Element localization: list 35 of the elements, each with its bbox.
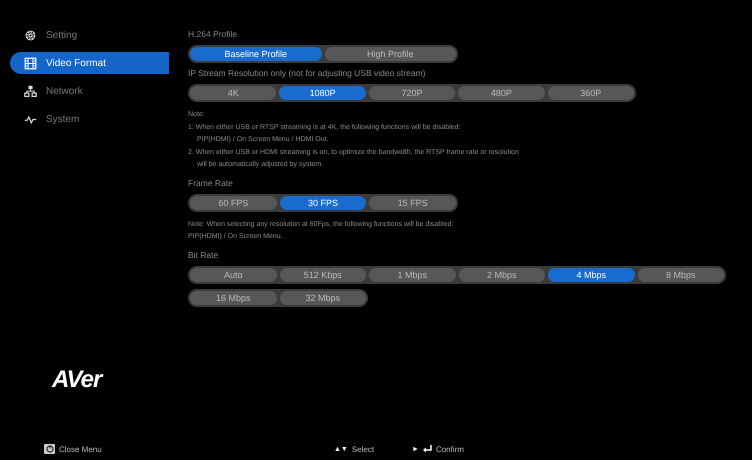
option-button[interactable]: 360P bbox=[548, 86, 634, 100]
option-button[interactable]: 30 FPS bbox=[280, 196, 366, 210]
sidebar-item[interactable]: Network bbox=[10, 80, 169, 102]
sidebar-item[interactable]: Setting bbox=[10, 24, 169, 46]
option-button[interactable]: 32 Mbps bbox=[280, 290, 366, 304]
logo: AVer bbox=[52, 366, 102, 394]
option-button[interactable]: High Profile bbox=[324, 47, 456, 61]
option-button[interactable]: 60 FPS bbox=[190, 196, 277, 210]
option-button[interactable]: 512 Kbps bbox=[280, 268, 366, 282]
option-button[interactable]: 15 FPS bbox=[369, 196, 456, 210]
enter-key-icon bbox=[422, 445, 432, 453]
option-button[interactable]: 16 Mbps bbox=[190, 290, 276, 304]
section-label: Bit Rate bbox=[188, 250, 220, 262]
section-label: IP Stream Resolution only (not for adjusting USB video stream) bbox=[188, 68, 426, 80]
option-button[interactable]: 2 Mbps bbox=[458, 268, 545, 282]
film-icon bbox=[24, 56, 37, 70]
close-menu-label: Close Menu bbox=[59, 444, 102, 454]
section-label: Frame Rate bbox=[188, 178, 234, 190]
option-button[interactable]: 8 Mbps bbox=[638, 268, 724, 282]
section-label: H.264 Profile bbox=[188, 29, 238, 41]
network-icon bbox=[24, 84, 37, 98]
option-button[interactable]: 720P bbox=[368, 86, 456, 100]
option-button[interactable]: Baseline Profile bbox=[190, 47, 322, 61]
sidebar-item[interactable]: System bbox=[10, 108, 169, 130]
confirm-label: Confirm bbox=[436, 444, 464, 454]
option-button[interactable]: 1 Mbps bbox=[369, 268, 456, 282]
select-label: Select bbox=[352, 444, 374, 454]
sidebar-item[interactable]: Video Format bbox=[10, 52, 169, 74]
gear-icon bbox=[24, 28, 37, 42]
option-button[interactable]: 4K bbox=[190, 86, 276, 100]
option-button[interactable]: 480P bbox=[458, 86, 545, 100]
option-button[interactable]: 4 Mbps bbox=[548, 268, 634, 282]
option-button[interactable]: 1080P bbox=[279, 86, 366, 100]
option-button[interactable]: Auto bbox=[190, 268, 276, 282]
close-menu-icon bbox=[44, 444, 55, 454]
